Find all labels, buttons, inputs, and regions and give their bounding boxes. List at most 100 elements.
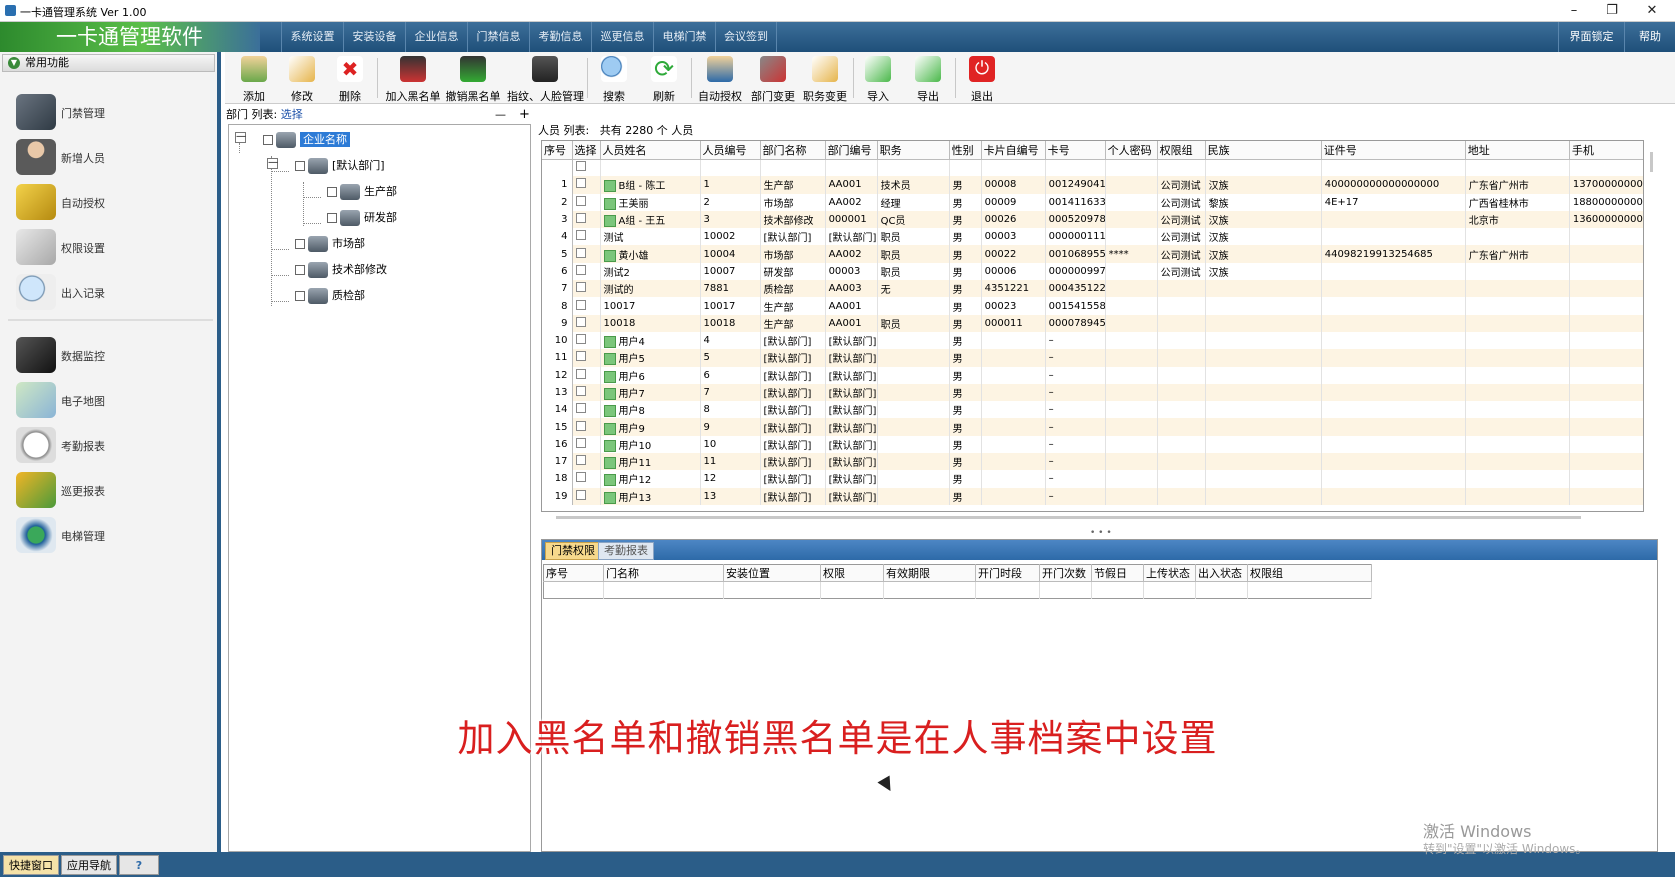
add-button[interactable]: 添加 [233, 54, 275, 103]
delete-button[interactable]: ✖ 删除 [329, 54, 371, 103]
tree-node-qc[interactable]: 质检部 [295, 287, 365, 305]
dept-change-button[interactable]: 部门变更 [749, 54, 797, 103]
row-checkbox[interactable] [575, 282, 586, 293]
menu-lock-screen[interactable]: 界面锁定 [1558, 22, 1624, 52]
tree-node-marketing[interactable]: 市场部 [295, 235, 365, 253]
row-select-cell[interactable] [572, 331, 601, 350]
revoke-blacklist-button[interactable]: 撤销黑名单 [445, 54, 501, 103]
row-select-cell[interactable] [572, 314, 601, 332]
row-checkbox[interactable] [575, 368, 586, 379]
column-header[interactable]: 安装位置 [723, 564, 821, 582]
dept-select-link[interactable]: 选择 [281, 108, 303, 121]
tree-node-company[interactable]: 企业名称 [263, 131, 350, 149]
table-row[interactable]: 10 用户4 4 [默认部门] [默认部门] 男 – [542, 331, 1643, 350]
minimize-button[interactable]: – [1555, 1, 1593, 21]
column-header[interactable]: 出入状态 [1195, 564, 1248, 582]
column-header[interactable]: 序号 [543, 564, 604, 582]
menu-meeting-signin[interactable]: 会议签到 [715, 22, 777, 52]
table-row[interactable]: 6 测试2 10007研发部00003职员男000060000009978 公司测试汉… [542, 262, 1643, 281]
nav-permission-settings[interactable]: 权限设置 [16, 227, 206, 267]
table-row[interactable]: 13 用户7 7 [默认部门] [默认部门] 男 – [542, 383, 1643, 402]
column-header[interactable]: 门名称 [603, 564, 724, 582]
auto-authorize-button[interactable]: 自动授权 [695, 54, 745, 103]
horizontal-scrollbar[interactable] [541, 516, 1644, 521]
row-checkbox[interactable] [575, 403, 586, 414]
row-select-cell[interactable] [572, 366, 601, 384]
row-checkbox[interactable] [575, 213, 586, 224]
tree-checkbox[interactable] [327, 213, 337, 223]
row-select-cell[interactable] [572, 280, 601, 298]
column-header[interactable]: 个人密码 [1105, 141, 1158, 160]
nav-data-monitor[interactable]: 数据监控 [16, 335, 206, 375]
row-select-cell[interactable] [572, 453, 601, 471]
close-button[interactable]: ✕ [1633, 1, 1671, 21]
column-header[interactable]: 手机 [1569, 141, 1643, 160]
row-select-cell[interactable] [572, 435, 601, 454]
menu-elevator-access[interactable]: 电梯门禁 [653, 22, 715, 52]
column-header[interactable]: 民族 [1205, 141, 1322, 160]
row-select-cell[interactable] [572, 401, 601, 419]
tab-access-permission[interactable]: 门禁权限 [545, 542, 601, 560]
row-select-cell[interactable] [572, 245, 601, 263]
table-row[interactable]: 91001810018生产部AA001职员男0000110000789456 [542, 314, 1643, 332]
column-header[interactable]: 有效期限 [883, 564, 976, 582]
row-checkbox[interactable] [575, 455, 586, 466]
tree-node-rnd[interactable]: 研发部 [327, 209, 397, 227]
row-select-cell[interactable] [572, 349, 601, 367]
row-checkbox[interactable] [575, 230, 586, 241]
row-checkbox[interactable] [575, 351, 586, 362]
column-header[interactable]: 开门次数 [1039, 564, 1092, 582]
row-select-cell[interactable] [572, 487, 601, 505]
row-select-cell[interactable] [572, 470, 601, 488]
column-header[interactable]: 部门名称 [760, 141, 826, 160]
table-row[interactable]: 14 用户8 8 [默认部门] [默认部门] 男 – [542, 401, 1643, 419]
row-checkbox[interactable] [575, 472, 586, 483]
row-checkbox[interactable] [575, 178, 586, 189]
row-select-cell[interactable] [572, 297, 601, 315]
row-checkbox[interactable] [575, 420, 586, 431]
nav-auto-authorize[interactable]: 自动授权 [16, 182, 206, 222]
row-select-cell[interactable] [572, 176, 601, 194]
nav-attendance-report[interactable]: 考勤报表 [16, 425, 206, 465]
collapse-all-button[interactable]: — [495, 106, 506, 124]
add-blacklist-button[interactable]: 加入黑名单 [385, 54, 441, 103]
nav-electronic-map[interactable]: 电子地图 [16, 380, 206, 420]
menu-system-settings[interactable]: 系统设置 [281, 22, 343, 52]
help-icon[interactable]: ? [119, 855, 159, 875]
tab-attendance-report[interactable]: 考勤报表 [598, 542, 654, 560]
horizontal-splitter[interactable]: • • • [1090, 528, 1112, 538]
table-row[interactable]: 17 用户11 11 [默认部门] [默认部门] 男 – [542, 453, 1643, 471]
table-row[interactable]: 16 用户10 10 [默认部门] [默认部门] 男 – [542, 435, 1643, 454]
nav-access-control[interactable]: 门禁管理 [16, 92, 206, 132]
tree-checkbox[interactable] [327, 187, 337, 197]
column-header[interactable]: 人员姓名 [600, 141, 701, 160]
column-header[interactable]: 性别 [949, 141, 982, 160]
row-checkbox[interactable] [575, 437, 586, 448]
tab-app-navigation[interactable]: 应用导航 [61, 855, 117, 875]
tree-node-production[interactable]: 生产部 [327, 183, 397, 201]
column-header[interactable]: 部门编号 [825, 141, 878, 160]
row-checkbox[interactable] [575, 195, 586, 206]
table-row[interactable]: 19 用户13 13 [默认部门] [默认部门] 男 – [542, 487, 1643, 505]
table-row[interactable]: 4测试10002[默认部门][默认部门]职员男000030000001111公司… [542, 228, 1643, 246]
common-functions-header[interactable]: ▼ 常用功能 [2, 54, 215, 72]
export-button[interactable]: 导出 [907, 54, 949, 103]
fingerprint-face-button[interactable]: 指纹、人脸管理 [507, 54, 584, 103]
menu-patrol-info[interactable]: 巡更信息 [591, 22, 653, 52]
row-checkbox[interactable] [575, 316, 586, 327]
column-header[interactable]: 职务 [877, 141, 950, 160]
restore-button[interactable]: ❐ [1593, 1, 1631, 21]
tree-checkbox[interactable] [295, 291, 305, 301]
table-row[interactable]: 81001710017生产部AA001男000230015415581 [542, 297, 1643, 315]
column-header[interactable]: 卡片自编号 [981, 141, 1046, 160]
select-all-checkbox[interactable] [575, 161, 586, 172]
row-checkbox[interactable] [575, 386, 586, 396]
collapse-toggle[interactable]: — [267, 158, 278, 169]
column-header[interactable]: 权限 [820, 564, 884, 582]
row-checkbox[interactable] [575, 264, 586, 275]
nav-elevator-management[interactable]: 电梯管理 [16, 515, 206, 555]
menu-install-devices[interactable]: 安装设备 [343, 22, 405, 52]
nav-patrol-report[interactable]: 巡更报表 [16, 470, 206, 510]
tree-checkbox[interactable] [295, 265, 305, 275]
nav-add-person[interactable]: 新增人员 [16, 137, 206, 177]
